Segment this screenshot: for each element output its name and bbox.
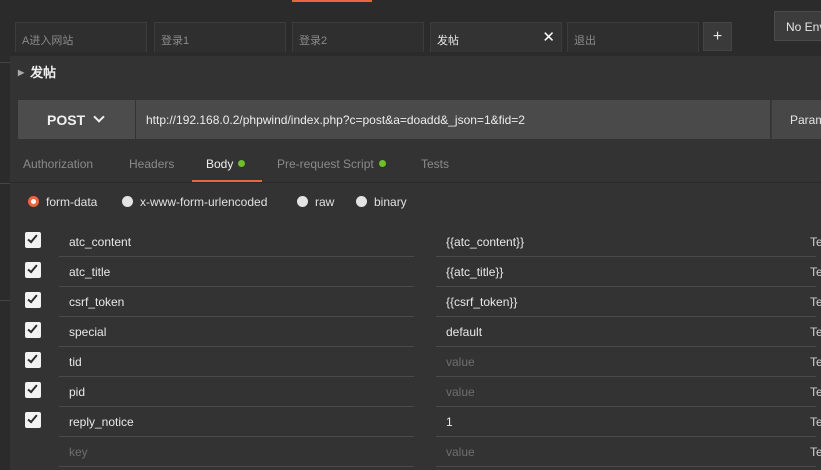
radio-label: x-www-form-urlencoded <box>140 195 268 209</box>
radio-label: raw <box>315 195 335 209</box>
tab-label: A进入网站 <box>22 35 74 47</box>
caret-right-icon[interactable]: ▶ <box>18 68 24 77</box>
type-selector[interactable]: Te <box>810 385 821 399</box>
checkbox[interactable] <box>25 382 41 398</box>
value-input[interactable]: {{atc_title}} <box>436 257 816 287</box>
key-input[interactable]: atc_title <box>59 257 414 287</box>
request-name: 发帖 <box>30 65 57 80</box>
key-input[interactable]: key <box>59 437 414 467</box>
tab-login-2[interactable]: 登录2 <box>292 22 424 52</box>
table-row: pid value Te <box>18 377 821 407</box>
radio-icon <box>297 196 308 207</box>
check-icon <box>27 352 38 364</box>
checkbox[interactable] <box>25 322 41 338</box>
type-selector[interactable]: Te <box>810 445 821 459</box>
value-input[interactable]: {{csrf_token}} <box>436 287 816 317</box>
type-selector[interactable]: Te <box>810 235 821 249</box>
tab-headers[interactable]: Headers <box>129 157 174 171</box>
type-selector[interactable]: Te <box>810 355 821 369</box>
status-dot-icon <box>378 160 386 167</box>
check-icon <box>27 262 38 274</box>
check-icon <box>27 412 38 424</box>
tab-prerequest-label: Pre-request Script <box>277 157 374 171</box>
left-panel-edge <box>0 0 10 470</box>
request-title[interactable]: ▶ 发帖 <box>18 62 56 81</box>
status-dot-icon <box>238 160 246 167</box>
value-input[interactable]: value <box>436 437 816 467</box>
type-selector[interactable]: Te <box>810 295 821 309</box>
key-input[interactable]: pid <box>59 377 414 407</box>
radio-label: binary <box>374 195 407 209</box>
check-icon <box>27 232 38 244</box>
active-indicator-top <box>292 0 372 2</box>
check-icon <box>27 382 38 394</box>
value-input[interactable]: default <box>436 317 816 347</box>
check-icon <box>27 292 38 304</box>
radio-label: form-data <box>46 195 98 209</box>
close-icon[interactable]: ✕ <box>542 28 555 46</box>
chevron-down-icon <box>93 111 105 123</box>
table-row: reply_notice 1 Te <box>18 407 821 437</box>
radio-urlencoded[interactable]: x-www-form-urlencoded <box>122 195 267 209</box>
value-input[interactable]: 1 <box>436 407 816 437</box>
checkbox[interactable] <box>25 292 41 308</box>
tab-login-1[interactable]: 登录1 <box>154 22 286 52</box>
tab-authorization[interactable]: Authorization <box>23 157 93 171</box>
key-input[interactable]: csrf_token <box>59 287 414 317</box>
tab-label: 退出 <box>574 35 596 47</box>
environment-select[interactable]: No Env <box>774 11 821 41</box>
checkbox[interactable] <box>25 262 41 278</box>
type-selector[interactable]: Te <box>810 415 821 429</box>
key-input[interactable]: reply_notice <box>59 407 414 437</box>
checkbox[interactable] <box>25 352 41 368</box>
table-row: csrf_token {{csrf_token}} Te <box>18 287 821 317</box>
value-input[interactable]: value <box>436 347 816 377</box>
type-selector[interactable]: Te <box>810 325 821 339</box>
table-row: special default Te <box>18 317 821 347</box>
value-input[interactable]: {{atc_content}} <box>436 227 816 257</box>
tab-label: 发帖 <box>437 35 459 47</box>
radio-selected-icon <box>28 196 39 207</box>
value-input[interactable]: value <box>436 377 816 407</box>
tab-post[interactable]: 发帖 ✕ <box>430 22 562 52</box>
check-icon <box>27 322 38 334</box>
method-label: POST <box>47 112 86 128</box>
tab-body[interactable]: Body <box>206 157 246 171</box>
add-tab-button[interactable]: + <box>703 22 732 51</box>
radio-form-data[interactable]: form-data <box>28 195 97 209</box>
url-input[interactable]: http://192.168.0.2/phpwind/index.php?c=p… <box>136 100 770 139</box>
tab-logout[interactable]: 退出 <box>567 22 699 52</box>
table-row: key value Te <box>18 437 821 467</box>
tab-enter-site[interactable]: A进入网站 <box>15 22 147 52</box>
tab-body-label: Body <box>206 157 234 171</box>
divider <box>10 182 821 183</box>
tab-tests[interactable]: Tests <box>421 157 449 171</box>
table-row: atc_content {{atc_content}} Te <box>18 227 821 257</box>
table-row: atc_title {{atc_title}} Te <box>18 257 821 287</box>
type-selector[interactable]: Te <box>810 265 821 279</box>
method-dropdown[interactable]: POST <box>18 100 135 139</box>
table-row: tid value Te <box>18 347 821 377</box>
radio-icon <box>122 196 133 207</box>
checkbox[interactable] <box>25 232 41 248</box>
tab-label: 登录1 <box>161 35 190 47</box>
tab-label: 登录2 <box>299 35 328 47</box>
radio-icon <box>356 196 367 207</box>
tab-pre-request-script[interactable]: Pre-request Script <box>277 157 386 171</box>
radio-binary[interactable]: binary <box>356 195 407 209</box>
key-input[interactable]: special <box>59 317 414 347</box>
key-input[interactable]: atc_content <box>59 227 414 257</box>
radio-raw[interactable]: raw <box>297 195 334 209</box>
key-input[interactable]: tid <box>59 347 414 377</box>
params-button[interactable]: Params <box>771 100 821 139</box>
checkbox[interactable] <box>25 412 41 428</box>
